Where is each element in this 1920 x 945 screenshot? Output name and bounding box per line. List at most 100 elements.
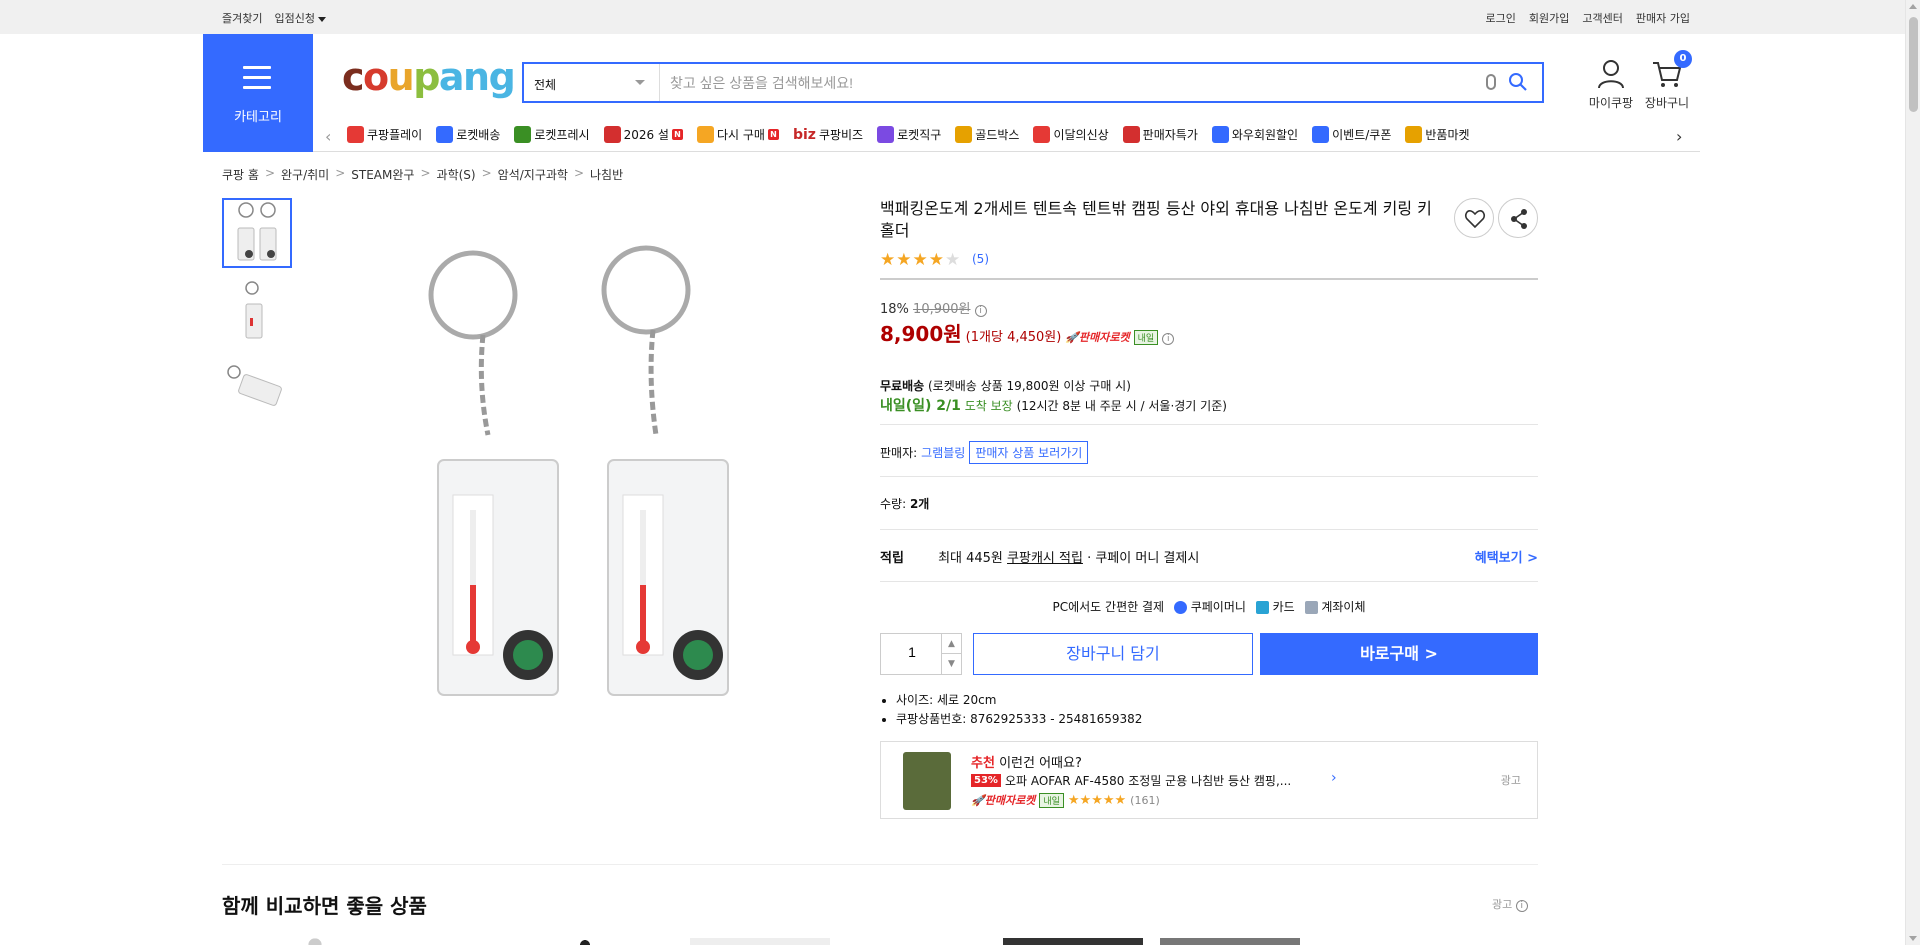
catnav-item[interactable]: 반품마켓 (1405, 126, 1470, 143)
keychain-left (428, 250, 559, 696)
chevron-down-icon (317, 16, 326, 22)
chevron-right-icon[interactable]: › (1331, 770, 1337, 786)
thumbnail-3[interactable] (222, 358, 292, 428)
pay-method-coupay: 쿠페이머니 (1190, 600, 1246, 614)
rocket-badge: 🚀판매자로켓 (971, 794, 1036, 807)
divider (880, 476, 1538, 477)
breadcrumb-item[interactable]: 나침반 (590, 166, 623, 183)
partner-signup-link[interactable]: 입점신청 (274, 10, 326, 26)
compare-item-preview[interactable] (1160, 938, 1300, 945)
search-input[interactable] (670, 72, 1470, 94)
star-icon: ★ (880, 250, 896, 270)
arrival-suffix: 도착 보장 (964, 399, 1013, 413)
breadcrumb-separator-icon: > (573, 166, 585, 180)
buy-now-button[interactable]: 바로구매 > (1260, 633, 1538, 675)
benefit-link[interactable]: 혜택보기 > (1475, 547, 1538, 566)
thumbnail-1[interactable] (222, 198, 292, 268)
compare-item-preview[interactable] (575, 938, 595, 945)
catnav-item[interactable]: 판매자특가 (1122, 126, 1198, 143)
microphone-icon[interactable] (1486, 74, 1496, 90)
compare-item-preview[interactable] (690, 938, 830, 945)
catnav-item[interactable]: 이달의신상 (1033, 126, 1109, 143)
scrollbar-thumb[interactable] (1909, 17, 1918, 112)
catnav-item[interactable]: 로켓배송 (436, 126, 500, 143)
breadcrumb-item[interactable]: 쿠팡 홈 (222, 166, 259, 183)
quantity-up-icon[interactable]: ▲ (942, 634, 961, 654)
breadcrumb-item[interactable]: 과학(S) (437, 166, 476, 183)
quantity-input[interactable] (881, 644, 943, 660)
original-price: 10,900원 (913, 302, 971, 317)
quantity-down-icon[interactable]: ▼ (942, 654, 961, 674)
catnav-item[interactable]: 2026 설N (603, 126, 683, 143)
reward-label: 적립 (880, 551, 904, 566)
quantity-stepper: ▲ ▼ (880, 633, 962, 675)
product-spec-list: 사이즈: 세로 20cm 쿠팡상품번호: 8762925333 - 254816… (896, 691, 1142, 729)
search-scope-select[interactable]: 전체 (524, 64, 660, 101)
signup-link[interactable]: 회원가입 (1529, 10, 1569, 26)
star-icon: ★ (912, 250, 928, 270)
catnav-item[interactable]: 다시 구매 N (696, 126, 779, 143)
catnav-icon (1312, 126, 1330, 143)
spec-product-id: 쿠팡상품번호: 8762925333 - 25481659382 (896, 710, 1142, 729)
seller-products-button[interactable]: 판매자 상품 보러가기 (969, 441, 1089, 464)
category-menu-button[interactable]: 카테고리 (203, 34, 313, 152)
coupang-logo[interactable]: coupang (342, 55, 516, 99)
nav-next-arrow-icon[interactable]: › (1676, 127, 1682, 146)
review-count-link[interactable]: (5) (972, 252, 989, 266)
catnav-item[interactable]: 로켓직구 (877, 126, 941, 143)
my-coupang-button[interactable]: 마이쿠팡 (1580, 58, 1642, 111)
page-scrollbar[interactable] (1905, 0, 1920, 945)
coupang-cash-link[interactable]: 쿠팡캐시 적립 (1007, 551, 1083, 566)
catnav-label: 이달의신상 (1053, 128, 1109, 142)
thumbnail-image (245, 281, 263, 339)
logo-letter: ang (438, 55, 516, 99)
cart-count-badge: 0 (1674, 50, 1692, 68)
add-to-cart-button[interactable]: 장바구니 담기 (973, 633, 1253, 675)
login-link[interactable]: 로그인 (1486, 10, 1516, 26)
customer-center-link[interactable]: 고객센터 (1582, 10, 1622, 26)
info-icon[interactable]: i (974, 305, 987, 317)
bookmark-link[interactable]: 즐겨찾기 (222, 10, 262, 26)
compare-item-preview[interactable] (1003, 938, 1143, 945)
catnav-icon (603, 126, 621, 143)
cart-button[interactable]: 0 장바구니 (1636, 50, 1698, 111)
catnav-item[interactable]: 골드박스 (955, 126, 1019, 143)
seller-name-link[interactable]: 그램블링 (921, 444, 965, 461)
thumbnail-2[interactable] (222, 278, 292, 348)
reward-row: 적립 최대 445원 쿠팡캐시 적립 · 쿠페이 머니 결제시 혜택보기 > (880, 547, 1538, 566)
discount-rate: 18% (880, 302, 909, 317)
nav-prev-arrow-icon[interactable]: ‹ (325, 127, 331, 146)
recommendation-card[interactable]: 추천 이런건 어때요? 53% 오파 AOFAR AF-4580 조정밀 군용 … (880, 741, 1538, 819)
card-icon (1255, 601, 1269, 614)
product-main-image[interactable] (408, 205, 808, 705)
easy-pay-label: PC에서도 간편한 결제 (1052, 600, 1165, 614)
wishlist-button[interactable] (1454, 198, 1494, 238)
unit-price: (1개당 4,450원) (965, 330, 1062, 345)
naeil-badge: 내일 (1039, 792, 1064, 808)
info-icon[interactable]: i (1162, 333, 1175, 345)
breadcrumb-item[interactable]: STEAM완구 (351, 166, 414, 183)
breadcrumb-item[interactable]: 완구/취미 (281, 166, 329, 183)
catnav-item[interactable]: biz 쿠팡비즈 (793, 126, 863, 143)
ad-label: 광고 (1500, 774, 1521, 787)
scroll-up-icon[interactable] (1909, 4, 1917, 9)
divider (880, 278, 1538, 280)
scroll-down-icon[interactable] (1909, 936, 1917, 941)
catnav-prefix: biz (792, 126, 816, 143)
catnav-item[interactable]: 로켓프레시 (514, 126, 590, 143)
catnav-item[interactable]: 이벤트/쿠폰 (1312, 126, 1391, 143)
catnav-icon (955, 126, 973, 143)
logo-letter: u (387, 55, 415, 99)
compare-item-preview[interactable] (300, 938, 330, 945)
seller-signup-link[interactable]: 판매자 가입 (1636, 10, 1690, 26)
compare-ad-label[interactable]: 광고 i (1492, 896, 1528, 912)
share-button[interactable] (1498, 198, 1538, 238)
search-icon[interactable] (1508, 72, 1528, 92)
catnav-label: 골드박스 (975, 128, 1020, 142)
breadcrumb: 쿠팡 홈 > 완구/취미 > STEAM완구 > 과학(S) > 암석/지구과학 > 나침반 (222, 166, 623, 183)
user-icon (1598, 60, 1624, 89)
star-icon: ★ (1102, 792, 1115, 808)
breadcrumb-item[interactable]: 암석/지구과학 (498, 166, 568, 183)
catnav-item[interactable]: 와우회원할인 (1211, 126, 1298, 143)
catnav-item[interactable]: 쿠팡플레이 (347, 126, 422, 143)
